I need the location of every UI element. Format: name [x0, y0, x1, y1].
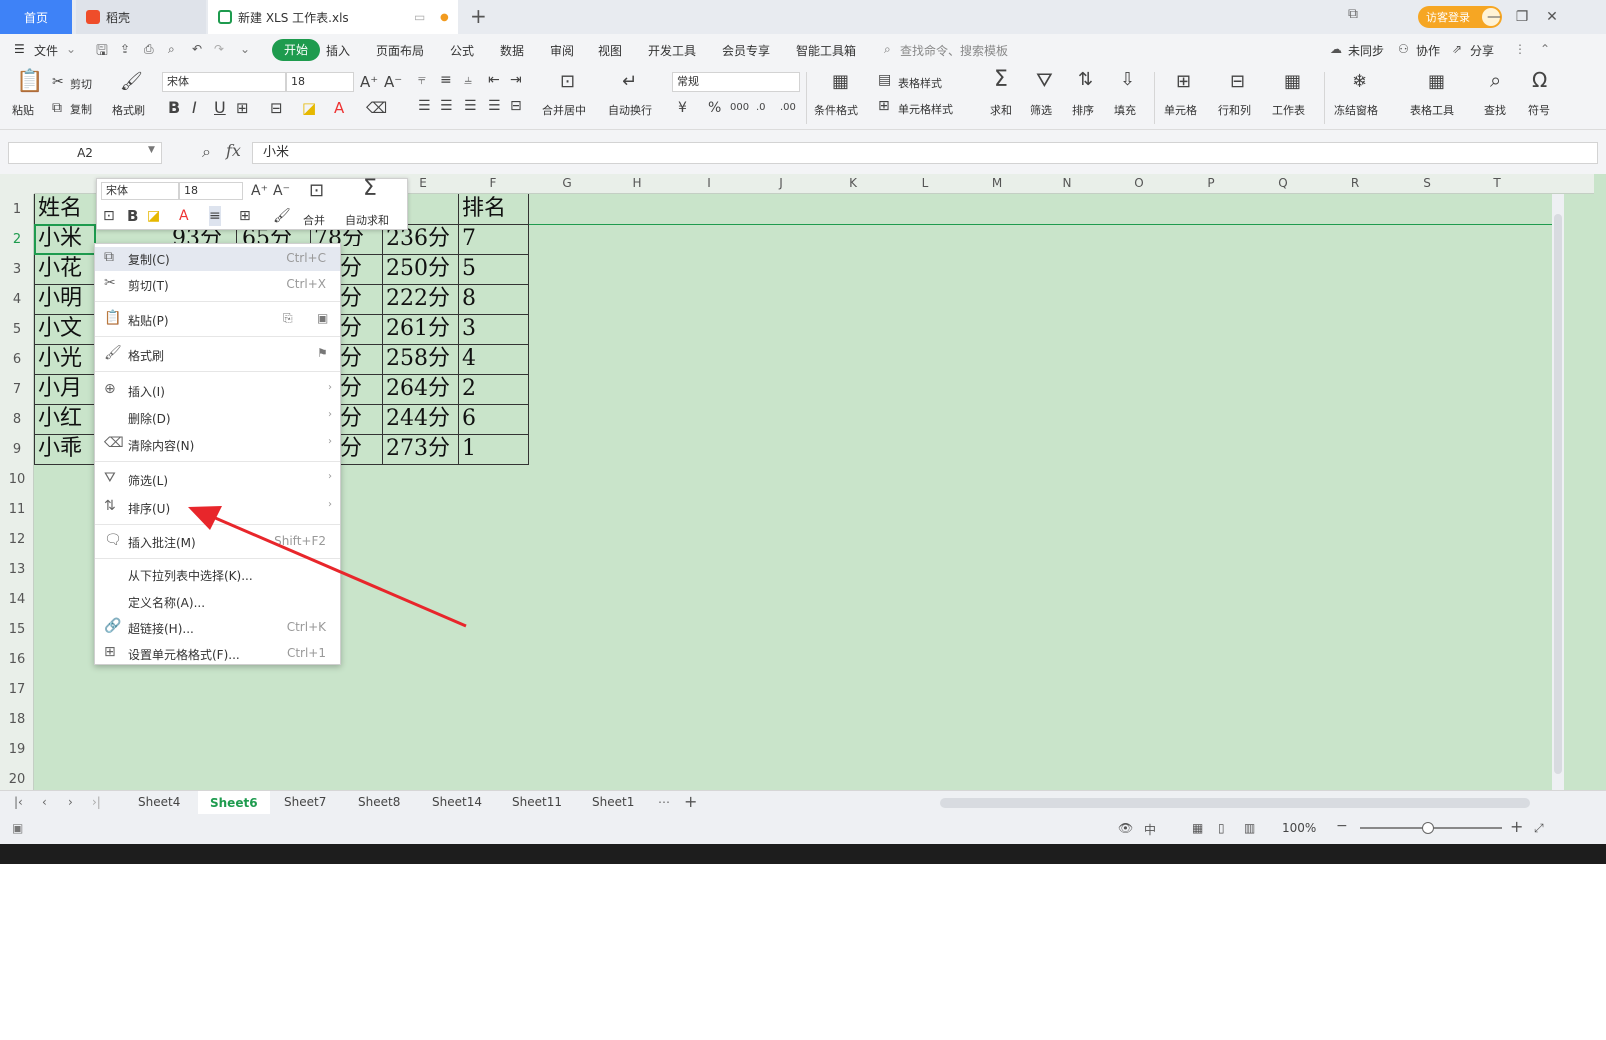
- macro-icon[interactable]: ▣: [12, 821, 23, 835]
- sheet-tab[interactable]: Sheet14: [432, 795, 482, 809]
- fullscreen-icon[interactable]: ⤢: [1534, 821, 1544, 836]
- status-bar: ▣ 👁 中 ▦ ▯ ▥ 100% − + ⤢: [0, 814, 1606, 844]
- sheet-tab[interactable]: Sheet11: [512, 795, 562, 809]
- next-sheet-icon[interactable]: ›: [68, 795, 73, 809]
- last-sheet-icon[interactable]: ›|: [92, 795, 101, 809]
- annotation-arrow: [188, 506, 467, 628]
- sheet-tab-active[interactable]: Sheet6: [198, 791, 270, 815]
- horizontal-scrollbar[interactable]: [940, 798, 1530, 808]
- first-sheet-icon[interactable]: |‹: [14, 795, 23, 809]
- sheet-tab[interactable]: Sheet4: [138, 795, 180, 809]
- page-layout-view-icon[interactable]: ▯: [1218, 821, 1225, 835]
- baidu-watermark: Bai du 经验 jingyan.baidu.com: [1190, 850, 1490, 1037]
- zoom-slider-handle[interactable]: [1422, 822, 1434, 834]
- sheet-tab[interactable]: Sheet8: [358, 795, 400, 809]
- page-break-view-icon[interactable]: ▥: [1244, 821, 1255, 835]
- chinese-mode-icon[interactable]: 中: [1144, 821, 1156, 838]
- sheet-tab[interactable]: Sheet7: [284, 795, 326, 809]
- zoom-level[interactable]: 100%: [1282, 821, 1316, 835]
- add-sheet-button[interactable]: +: [684, 792, 697, 811]
- sheet-tab-bar: |‹ ‹ › ›| Sheet4 Sheet6 Sheet7 Sheet8 Sh…: [0, 790, 1606, 815]
- zoom-in-button[interactable]: +: [1510, 817, 1523, 836]
- more-sheets-icon[interactable]: ⋯: [658, 795, 670, 809]
- watermark-url: jingyan.baidu.com: [1202, 948, 1442, 978]
- prev-sheet-icon[interactable]: ‹: [42, 795, 47, 809]
- zoom-out-button[interactable]: −: [1336, 818, 1348, 834]
- taskbar-edge: [0, 844, 1606, 864]
- sheet-tab[interactable]: Sheet1: [592, 795, 634, 809]
- eye-protection-icon[interactable]: 👁: [1118, 821, 1133, 835]
- zoom-slider[interactable]: [1360, 822, 1502, 834]
- arrow-shaft: [205, 512, 467, 628]
- normal-view-icon[interactable]: ▦: [1192, 821, 1203, 835]
